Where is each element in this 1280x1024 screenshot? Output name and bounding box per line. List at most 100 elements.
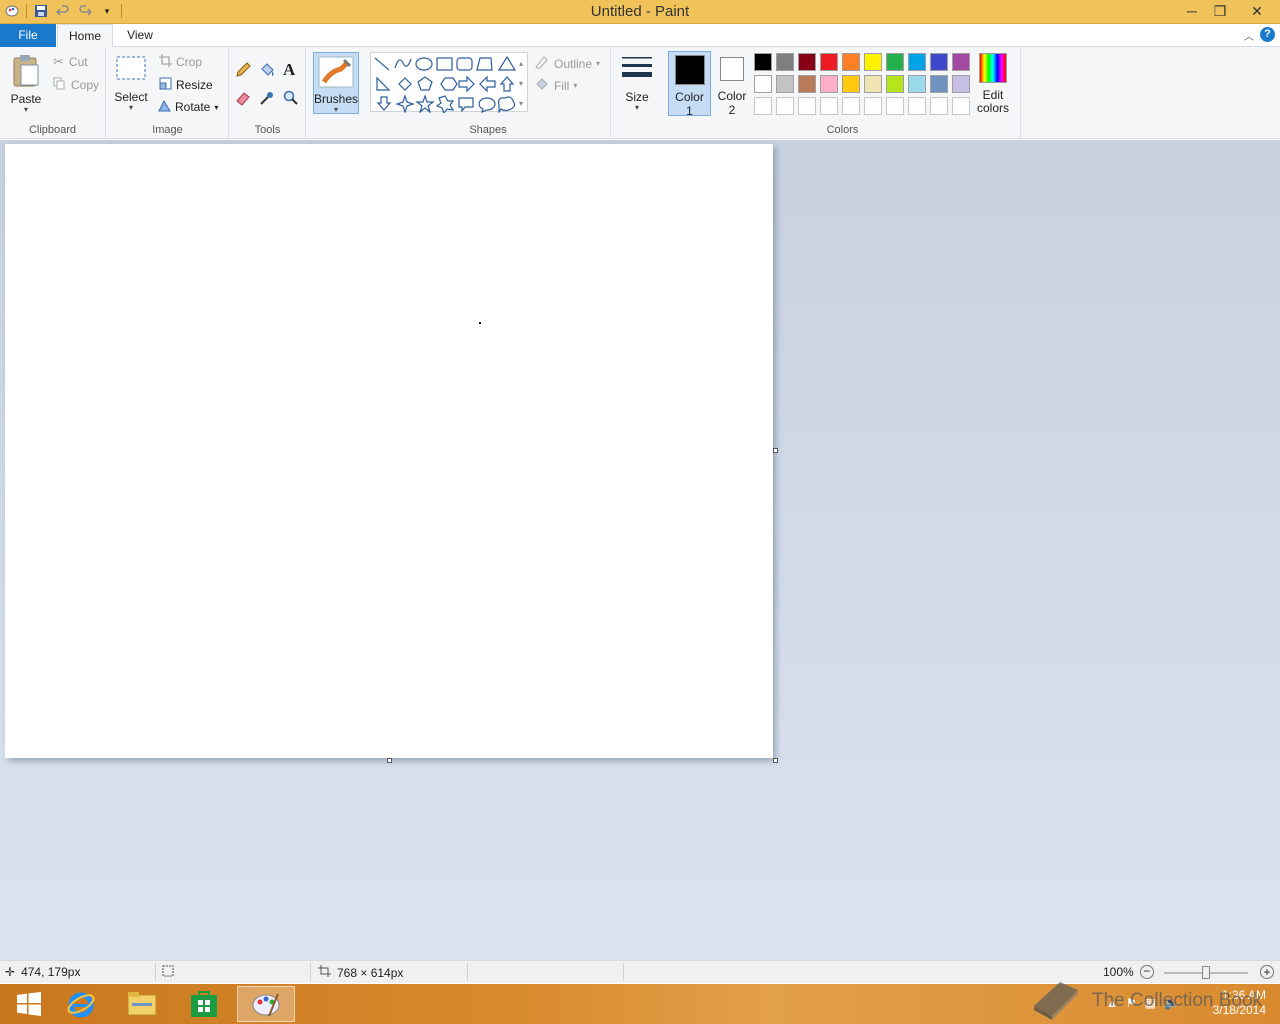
palette-swatch[interactable]	[798, 75, 816, 93]
palette-swatch[interactable]	[776, 97, 794, 115]
internet-explorer-button[interactable]	[52, 986, 110, 1022]
select-button[interactable]: Select ▾	[113, 55, 149, 112]
size-button[interactable]: Size ▾	[618, 55, 656, 112]
up-arrow-shape[interactable]	[499, 76, 515, 92]
six-point-star-shape[interactable]	[435, 95, 455, 115]
color-palette	[754, 53, 976, 119]
line-shape[interactable]	[374, 57, 390, 71]
color-picker-icon[interactable]	[258, 89, 276, 110]
palette-swatch[interactable]	[864, 53, 882, 71]
canvas-workspace[interactable]	[0, 140, 1280, 960]
palette-swatch[interactable]	[842, 53, 860, 71]
copy-button[interactable]: Copy	[53, 77, 99, 93]
restore-button[interactable]: ❐	[1206, 0, 1234, 22]
zoom-in-icon[interactable]: +	[1260, 965, 1274, 979]
selection-size-icon	[162, 965, 174, 980]
shapes-scroll[interactable]: ▴ ▾ ▾	[515, 54, 527, 114]
palette-swatch[interactable]	[864, 75, 882, 93]
palette-swatch[interactable]	[886, 75, 904, 93]
drawing-canvas[interactable]	[5, 144, 773, 758]
resize-button[interactable]: Resize	[159, 77, 213, 93]
color1-button[interactable]: Color 1	[668, 51, 711, 118]
crop-button[interactable]: Crop	[159, 54, 202, 70]
paint-taskbar-button[interactable]	[237, 986, 295, 1022]
close-button[interactable]: ✕	[1234, 0, 1280, 22]
palette-swatch[interactable]	[776, 75, 794, 93]
collapse-ribbon-icon[interactable]: ︿	[1244, 28, 1254, 43]
palette-swatch[interactable]	[952, 97, 970, 115]
polygon-shape[interactable]	[476, 57, 493, 71]
palette-swatch[interactable]	[886, 97, 904, 115]
pentagon-shape[interactable]	[417, 76, 433, 91]
hexagon-shape[interactable]	[440, 77, 458, 91]
triangle-shape[interactable]	[497, 55, 517, 71]
text-tool-icon[interactable]: A	[283, 60, 295, 80]
tab-home[interactable]: Home	[57, 24, 113, 48]
palette-swatch[interactable]	[908, 97, 926, 115]
store-button[interactable]	[175, 986, 233, 1022]
right-arrow-shape[interactable]	[458, 75, 475, 93]
color1-label: Color	[675, 90, 704, 104]
paste-button[interactable]: Paste ▾	[6, 53, 46, 114]
palette-swatch[interactable]	[754, 53, 772, 71]
down-arrow-shape[interactable]	[376, 96, 392, 111]
palette-swatch[interactable]	[908, 75, 926, 93]
palette-swatch[interactable]	[798, 97, 816, 115]
five-point-star-shape[interactable]	[415, 94, 435, 114]
palette-swatch[interactable]	[886, 53, 904, 71]
rounded-rectangle-shape[interactable]	[456, 57, 473, 71]
start-button[interactable]	[0, 986, 58, 1022]
rotate-label: Rotate	[175, 100, 211, 114]
magnifier-icon[interactable]	[282, 89, 300, 110]
fill-button[interactable]: Fill ▾	[534, 77, 577, 94]
cut-button[interactable]: ✂ Cut	[53, 54, 88, 70]
palette-swatch[interactable]	[930, 75, 948, 93]
resize-handle-right[interactable]	[773, 448, 778, 453]
file-explorer-button[interactable]	[113, 986, 171, 1022]
palette-swatch[interactable]	[820, 75, 838, 93]
four-point-star-shape[interactable]	[395, 94, 415, 114]
clipboard-group-label: Clipboard	[28, 124, 77, 136]
minimize-button[interactable]: ─	[1178, 0, 1206, 22]
fill-bucket-icon[interactable]	[258, 61, 276, 82]
palette-swatch[interactable]	[930, 97, 948, 115]
eraser-icon[interactable]	[234, 89, 252, 110]
palette-swatch[interactable]	[754, 75, 772, 93]
palette-swatch[interactable]	[754, 97, 772, 115]
resize-handle-bottom[interactable]	[387, 758, 392, 763]
resize-handle-corner[interactable]	[773, 758, 778, 763]
pencil-icon[interactable]	[234, 61, 252, 82]
palette-swatch[interactable]	[842, 75, 860, 93]
color2-button[interactable]: Color 2	[713, 51, 751, 117]
palette-swatch[interactable]	[908, 53, 926, 71]
right-triangle-shape[interactable]	[376, 76, 391, 91]
tab-view[interactable]: View	[118, 24, 162, 48]
palette-swatch[interactable]	[820, 53, 838, 71]
palette-swatch[interactable]	[864, 97, 882, 115]
outline-button[interactable]: Outline ▾	[534, 55, 600, 72]
cloud-callout-shape[interactable]	[498, 96, 516, 114]
palette-swatch[interactable]	[952, 75, 970, 93]
palette-swatch[interactable]	[930, 53, 948, 71]
rectangle-callout-shape[interactable]	[458, 97, 474, 113]
edit-colors-button[interactable]: Edit colors	[977, 53, 1009, 115]
rectangle-shape[interactable]	[436, 57, 453, 71]
oval-shape[interactable]	[415, 57, 433, 71]
tab-file[interactable]: File	[0, 24, 56, 47]
zoom-slider[interactable]	[1164, 966, 1248, 979]
select-icon	[116, 56, 146, 80]
curve-shape[interactable]	[394, 58, 412, 69]
oval-callout-shape[interactable]	[478, 97, 496, 114]
palette-swatch[interactable]	[820, 97, 838, 115]
left-arrow-shape[interactable]	[479, 75, 496, 93]
store-icon	[191, 991, 217, 1017]
palette-swatch[interactable]	[776, 53, 794, 71]
rotate-button[interactable]: Rotate ▾	[158, 99, 218, 115]
palette-swatch[interactable]	[798, 53, 816, 71]
scissors-icon: ✂	[53, 54, 64, 69]
diamond-shape[interactable]	[398, 77, 412, 91]
help-icon[interactable]: ?	[1260, 27, 1275, 42]
palette-swatch[interactable]	[842, 97, 860, 115]
palette-swatch[interactable]	[952, 53, 970, 71]
brushes-button[interactable]: Brushes ▾	[313, 52, 359, 114]
